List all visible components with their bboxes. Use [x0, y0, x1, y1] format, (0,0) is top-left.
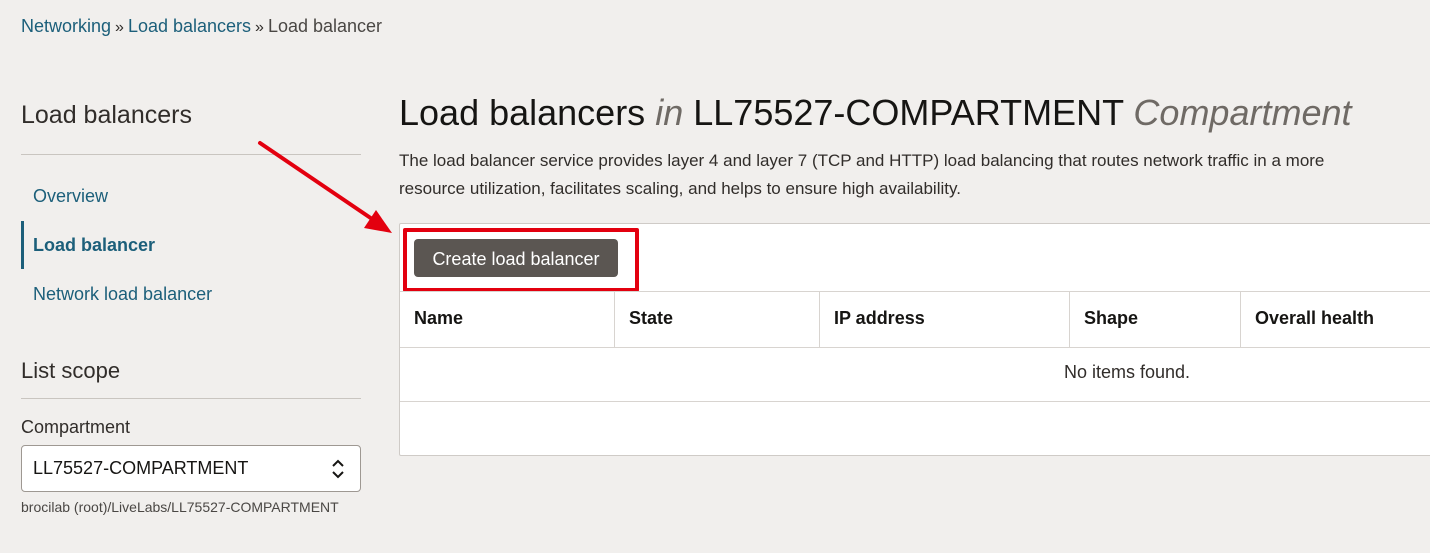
column-header-state[interactable]: State — [615, 292, 820, 347]
breadcrumb-separator: » — [255, 19, 264, 36]
compartment-path: brocilab (root)/LiveLabs/LL75527-COMPART… — [21, 499, 339, 515]
page: Networking» Load balancers» Load balancer … — [0, 0, 1430, 553]
column-header-overall-health[interactable]: Overall health — [1241, 292, 1430, 347]
description-line-2: resource utilization, facilitates scalin… — [399, 179, 961, 198]
page-title: Load balancers in LL75527-COMPARTMENT Co… — [399, 92, 1352, 134]
compartment-select-value: LL75527-COMPARTMENT — [33, 458, 249, 478]
page-description: The load balancer service provides layer… — [399, 147, 1430, 203]
table-empty-message: No items found. — [1064, 362, 1191, 382]
page-title-compartment: LL75527-COMPARTMENT — [693, 92, 1124, 133]
column-header-shape[interactable]: Shape — [1070, 292, 1241, 347]
breadcrumb-separator: » — [115, 19, 124, 36]
page-title-in: in — [655, 92, 684, 133]
description-line-1: The load balancer service provides layer… — [399, 151, 1325, 170]
up-down-chevron-icon — [332, 459, 344, 479]
red-arrow-icon — [258, 141, 392, 233]
table-header: Name State IP address Shape Overall heal… — [400, 291, 1430, 348]
sidebar-item-network-load-balancer[interactable]: Network load balancer — [21, 270, 361, 318]
page-title-prefix: Load balancers — [399, 92, 646, 133]
annotation-highlight-box — [403, 228, 639, 292]
compartment-label: Compartment — [21, 417, 131, 437]
breadcrumb-networking-link[interactable]: Networking — [21, 16, 111, 36]
compartment-select[interactable]: LL75527-COMPARTMENT — [21, 445, 361, 492]
table-empty-row — [400, 347, 1430, 402]
list-scope-divider — [21, 398, 361, 399]
column-header-name[interactable]: Name — [400, 292, 615, 347]
list-scope-heading: List scope — [21, 358, 121, 383]
breadcrumb-load-balancers-link[interactable]: Load balancers — [128, 16, 251, 36]
page-title-suffix: Compartment — [1133, 92, 1352, 133]
breadcrumb-current: Load balancer — [267, 16, 383, 36]
column-header-ip-address[interactable]: IP address — [820, 292, 1070, 347]
breadcrumb: Networking» Load balancers» Load balancer — [21, 15, 382, 39]
sidebar-heading: Load balancers — [21, 101, 192, 129]
